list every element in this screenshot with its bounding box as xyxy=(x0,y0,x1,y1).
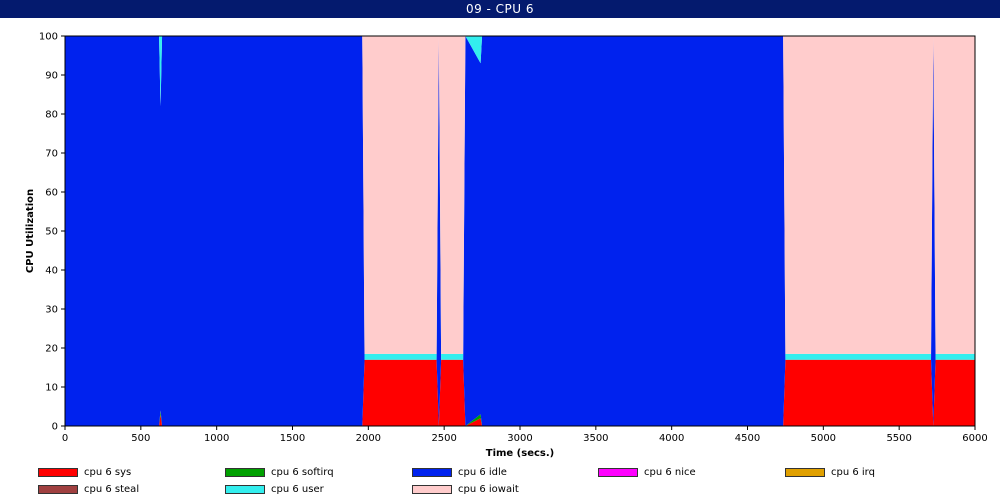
x-tick-label: 3000 xyxy=(507,433,532,444)
x-tick-label: 0 xyxy=(62,433,68,444)
legend-swatch xyxy=(598,467,638,477)
legend-item: cpu 6 iowait xyxy=(412,482,519,496)
x-tick-label: 6000 xyxy=(962,433,987,444)
legend-label: cpu 6 user xyxy=(271,483,324,495)
legend-swatch xyxy=(38,484,78,494)
chart-title-bar: 09 - CPU 6 xyxy=(0,0,1000,18)
x-tick-label: 5500 xyxy=(886,433,911,444)
legend-item: cpu 6 softirq xyxy=(225,465,334,479)
y-tick-label: 50 xyxy=(45,227,58,238)
y-tick-label: 30 xyxy=(45,305,58,316)
legend-label: cpu 6 sys xyxy=(84,466,132,478)
legend-swatch xyxy=(38,467,78,477)
legend-label: cpu 6 steal xyxy=(84,483,140,495)
legend-item: cpu 6 idle xyxy=(412,465,507,479)
legend-item: cpu 6 user xyxy=(225,482,324,496)
y-tick-label: 90 xyxy=(45,71,58,82)
x-tick-label: 3500 xyxy=(583,433,608,444)
chart-title: 09 - CPU 6 xyxy=(465,2,535,16)
legend-swatch xyxy=(412,467,452,477)
y-tick-label: 40 xyxy=(45,266,58,277)
y-tick-label: 0 xyxy=(52,422,58,433)
legend-item: cpu 6 steal xyxy=(38,482,139,496)
y-tick-label: 60 xyxy=(45,188,58,199)
x-tick-label: 1000 xyxy=(204,433,229,444)
legend-label: cpu 6 irq xyxy=(831,466,875,478)
legend-label: cpu 6 nice xyxy=(644,466,696,478)
legend-label: cpu 6 iowait xyxy=(458,483,519,495)
x-tick-label: 5000 xyxy=(811,433,836,444)
legend-item: cpu 6 nice xyxy=(598,465,696,479)
legend-item: cpu 6 irq xyxy=(785,465,875,479)
x-tick-label: 2000 xyxy=(356,433,381,444)
legend-swatch xyxy=(412,484,452,494)
y-tick-label: 20 xyxy=(45,344,58,355)
legend-swatch xyxy=(225,467,265,477)
y-tick-label: 80 xyxy=(45,110,58,121)
x-axis-label: Time (secs.) xyxy=(486,448,555,459)
legend-label: cpu 6 softirq xyxy=(271,466,334,478)
x-tick-label: 4500 xyxy=(735,433,760,444)
x-tick-label: 1500 xyxy=(280,433,305,444)
y-tick-label: 10 xyxy=(45,383,58,394)
legend-swatch xyxy=(225,484,265,494)
x-tick-label: 500 xyxy=(131,433,150,444)
chart-legend: cpu 6 sys cpu 6 softirq cpu 6 idle cpu 6 ni… xyxy=(0,463,1000,503)
y-tick-label: 70 xyxy=(45,149,58,160)
legend-swatch xyxy=(785,467,825,477)
x-tick-label: 4000 xyxy=(659,433,684,444)
y-axis-label: CPU Utilization xyxy=(25,189,36,273)
cpu-utilization-chart: 01020304050607080901000 500 1000 1500 2000 25… xyxy=(25,32,988,460)
legend-label: cpu 6 idle xyxy=(458,466,507,478)
x-tick-label: 2500 xyxy=(431,433,456,444)
legend-item: cpu 6 sys xyxy=(38,465,131,479)
y-tick-label: 100 xyxy=(39,32,58,43)
